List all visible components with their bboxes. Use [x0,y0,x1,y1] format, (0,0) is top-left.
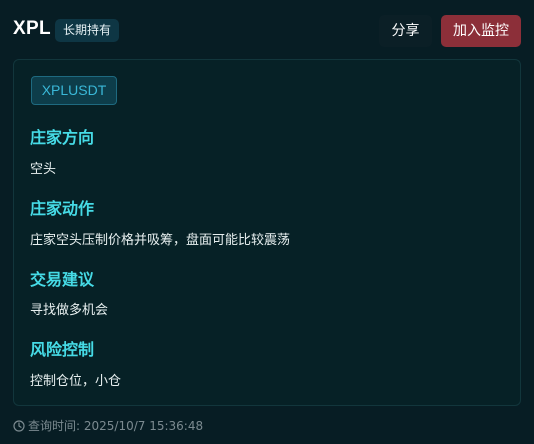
holding-tag: 长期持有 [55,19,120,42]
coin-symbol: XPL [13,18,51,39]
clock-icon [13,420,25,432]
section-title-action: 庄家动作 [30,199,95,218]
card-header: XPL 长期持有 分享 加入监控 [0,0,534,60]
analysis-card: XPL 长期持有 分享 加入监控 XPLUSDT 庄家方向 空头 庄家动作 庄家… [0,0,534,444]
section-title-direction: 庄家方向 [30,128,95,147]
section-text-direction: 空头 [30,162,57,177]
section-text-advice: 寻找做多机会 [30,303,109,318]
query-time-footer: 查询时间: 2025/10/7 15:36:48 [13,418,203,434]
section-text-risk: 控制仓位，小仓 [30,374,122,389]
section-text-action: 庄家空头压制价格并吸筹，盘面可能比较震荡 [30,233,291,248]
section-title-advice: 交易建议 [30,270,95,289]
trading-pair-tag: XPLUSDT [31,76,117,105]
share-button[interactable]: 分享 [379,15,432,47]
analysis-panel: XPLUSDT 庄家方向 空头 庄家动作 庄家空头压制价格并吸筹，盘面可能比较震… [13,59,521,406]
query-time-text: 查询时间: 2025/10/7 15:36:48 [28,419,204,433]
section-title-risk: 风险控制 [30,340,95,359]
add-monitor-button[interactable]: 加入监控 [441,15,521,47]
